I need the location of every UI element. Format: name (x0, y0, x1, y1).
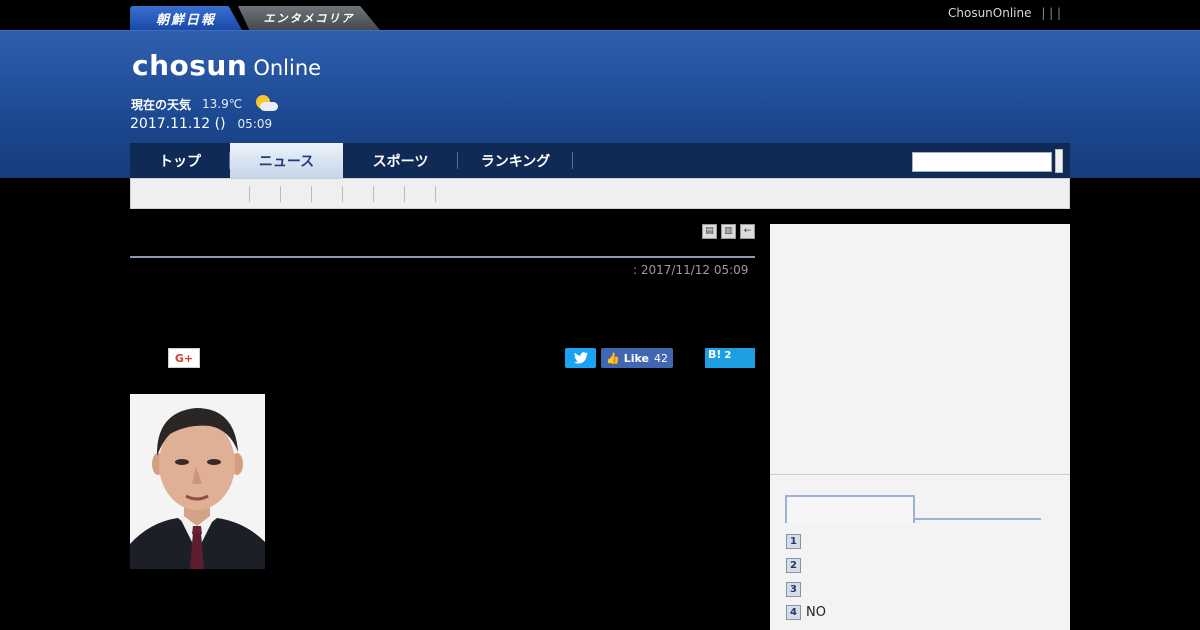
weather-label: 現在の天気 (131, 97, 192, 112)
weather-temperature: 13.9℃ (202, 97, 243, 111)
site-logo[interactable]: chosun Online (132, 49, 321, 82)
article-title-rule (130, 256, 755, 258)
article-tools: ▤ ▥ ← (702, 224, 755, 239)
ranking-title: NO (806, 605, 826, 620)
article-published-date: : 2017/11/12 05:09 (633, 263, 749, 277)
ranking-item[interactable]: 4 NO (786, 605, 826, 620)
nav-item-ranking[interactable]: ランキング (458, 143, 573, 178)
hatena-label: B! (708, 348, 722, 361)
twitter-share-button[interactable] (565, 348, 596, 368)
sub-nav (130, 178, 1070, 209)
search-button[interactable] (1055, 149, 1063, 173)
sub-nav-divider (280, 186, 281, 202)
sub-nav-divider (249, 186, 250, 202)
current-datetime: 2017.11.12 () 05:09 (130, 116, 272, 132)
nav-item-label: ランキング (480, 153, 551, 170)
current-date: 2017.11.12 () (130, 116, 226, 132)
twitter-bird-icon (573, 352, 588, 364)
facebook-like-count: 42 (653, 351, 668, 365)
google-plus-share-button[interactable]: G+ (168, 348, 200, 368)
hatena-bookmark-button[interactable]: B! 2 (705, 348, 755, 368)
ranking-item[interactable]: 1 (786, 534, 806, 549)
sub-nav-divider (404, 186, 405, 202)
nav-item-sports[interactable]: スポーツ (343, 143, 458, 178)
print-icon[interactable]: ▤ (702, 224, 717, 239)
text-icon[interactable]: ▥ (721, 224, 736, 239)
nav-item-top[interactable]: トップ (130, 143, 230, 178)
search-input[interactable] (912, 152, 1052, 172)
ranking-number-badge: 2 (786, 558, 801, 573)
partly-cloudy-icon (254, 95, 279, 113)
hatena-count: 2 (724, 350, 732, 361)
logo-sub-text: Online (253, 56, 322, 80)
sub-nav-divider (373, 186, 374, 202)
top-link-separators: | | | (1041, 6, 1062, 20)
sub-nav-divider (435, 186, 436, 202)
back-icon[interactable]: ← (740, 224, 755, 239)
top-bar: 朝鮮日報 エンタメコリア ChosunOnline | | | (0, 0, 1200, 30)
ranking-item[interactable]: 3 (786, 582, 806, 597)
current-time: 05:09 (237, 117, 273, 131)
ranking-number-badge: 4 (786, 605, 801, 620)
logo-main-text: chosun (132, 49, 248, 82)
sub-nav-divider (311, 186, 312, 202)
nav-item-label: スポーツ (372, 153, 429, 170)
sidebar: 1 2 3 4 NO (770, 224, 1070, 630)
facebook-like-button[interactable]: 👍 Like 42 (601, 348, 673, 368)
ranking-number-badge: 1 (786, 534, 801, 549)
sub-nav-divider (342, 186, 343, 202)
brand-tab-chosun-ilbo[interactable]: 朝鮮日報 (130, 6, 242, 30)
ranking-tab[interactable] (785, 495, 915, 523)
thumbs-up-icon: 👍 (606, 351, 620, 365)
ranking-item[interactable]: 2 (786, 558, 806, 573)
sidebar-divider (770, 474, 1070, 475)
ranking-number-badge: 3 (786, 582, 801, 597)
top-link-chosunonline[interactable]: ChosunOnline (948, 6, 1032, 20)
article-portrait-photo (130, 394, 265, 569)
top-links: ChosunOnline | | | (948, 6, 1061, 20)
weather-widget: 現在の天気 13.9℃ (131, 95, 279, 113)
nav-item-label: トップ (159, 153, 201, 170)
brand-tab-entame-korea[interactable]: エンタメコリア (238, 6, 380, 30)
nav-item-label: ニュース (258, 153, 315, 170)
ranking-tab-underline (913, 518, 1041, 520)
nav-item-news[interactable]: ニュース (230, 143, 343, 178)
facebook-like-label: Like (623, 351, 649, 365)
